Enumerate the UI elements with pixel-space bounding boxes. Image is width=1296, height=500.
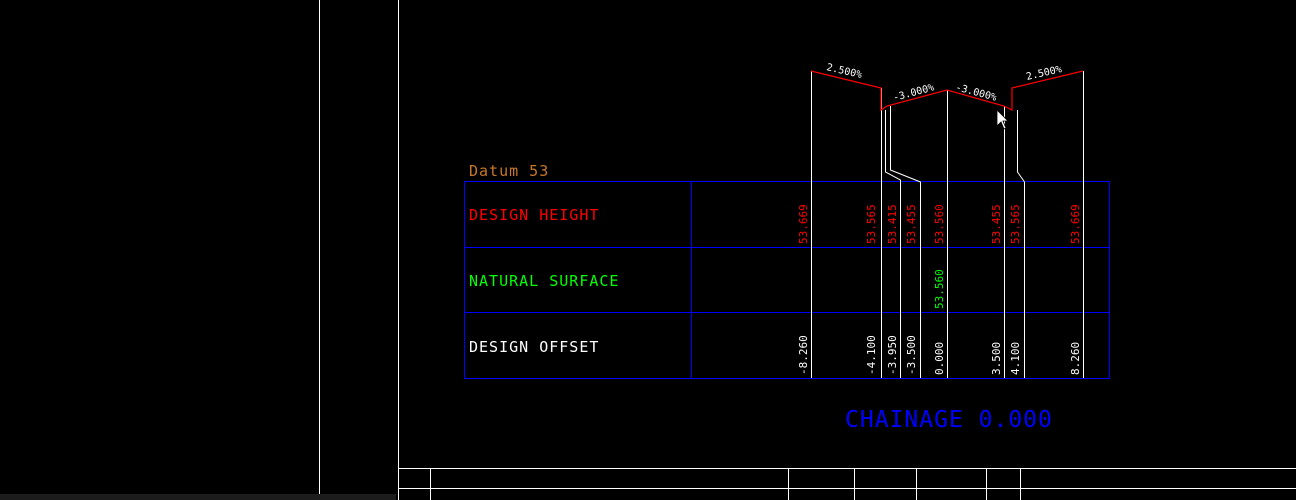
cad-drawing-canvas[interactable]: Datum 53 DESIGN HEIGHT NATURAL SURFACE D…: [0, 0, 1296, 500]
row-label-design-offset: DESIGN OFFSET: [469, 338, 599, 356]
design-offset-value: 0.000: [933, 342, 946, 375]
row-label-natural-surface: NATURAL SURFACE: [469, 272, 619, 290]
design-offset-value: -4.100: [865, 335, 878, 375]
design-height-value: 53.565: [1009, 204, 1022, 244]
slope-label-2: -3.000%: [892, 82, 936, 104]
design-offset-values: -8.260 -4.100 -3.950 -3.500 0.000 3.500 …: [797, 335, 1082, 375]
row-label-design-height: DESIGN HEIGHT: [469, 206, 599, 224]
design-height-value: 53.669: [797, 204, 810, 244]
design-height-value: 53.565: [865, 204, 878, 244]
design-height-value: 53.415: [886, 204, 899, 244]
left-panel-bar: [0, 494, 396, 500]
mouse-cursor-icon: [996, 109, 1009, 130]
sheet-frame: [319, 0, 1296, 500]
design-offset-value: -3.950: [886, 335, 899, 375]
design-offset-value: 4.100: [1009, 342, 1022, 375]
slope-label-3: -3.000%: [954, 82, 998, 104]
design-height-value: 53.669: [1069, 204, 1082, 244]
design-offset-value: 8.260: [1069, 342, 1082, 375]
offset-vertical-lines: [811, 71, 1084, 378]
design-offset-value: -3.500: [905, 335, 918, 375]
design-offset-value: 3.500: [990, 342, 1003, 375]
chainage-label: CHAINAGE 0.000: [845, 407, 1053, 433]
design-height-value: 53.455: [905, 204, 918, 244]
design-height-values: 53.669 53.565 53.415 53.455 53.560 53.45…: [797, 204, 1082, 244]
design-height-value: 53.560: [933, 204, 946, 244]
design-offset-value: -8.260: [797, 335, 810, 375]
datum-label: Datum 53: [469, 162, 549, 180]
slope-label-1: 2.500%: [825, 62, 863, 81]
natural-surface-value: 53.560: [933, 269, 946, 309]
design-height-value: 53.455: [990, 204, 1003, 244]
